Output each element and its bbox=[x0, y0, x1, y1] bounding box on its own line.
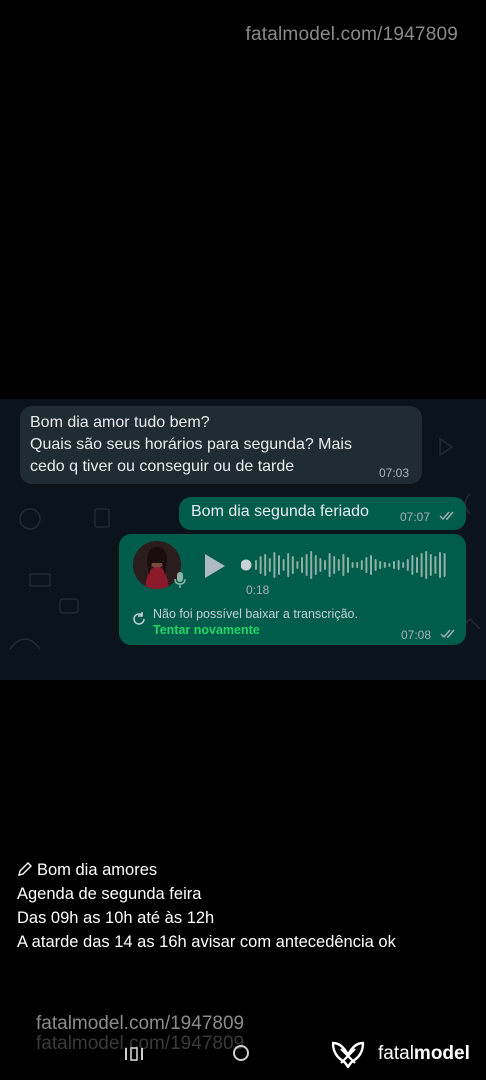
message-time: 07:03 bbox=[379, 466, 410, 480]
waveform-bar bbox=[273, 552, 276, 578]
waveform-bar bbox=[360, 560, 363, 570]
chat-panel: Bom dia amor tudo bem? Quais são seus ho… bbox=[0, 399, 486, 680]
caption-line: Agenda de segunda feira bbox=[17, 885, 202, 903]
post-caption: Bom dia amores Agenda de segunda feira D… bbox=[17, 858, 396, 954]
waveform-bar bbox=[402, 562, 405, 568]
waveform-bar bbox=[443, 553, 446, 577]
waveform-bar bbox=[406, 559, 409, 571]
audio-duration: 0:18 bbox=[246, 583, 270, 597]
waveform-bar bbox=[282, 559, 285, 571]
waveform-bar bbox=[328, 553, 331, 577]
microphone-icon bbox=[174, 572, 186, 588]
fatalmodel-logo-icon bbox=[331, 1041, 365, 1069]
watermark-top: fatalmodel.com/1947809 bbox=[245, 24, 458, 45]
audio-waveform[interactable] bbox=[241, 548, 453, 582]
waveform-bar bbox=[324, 560, 326, 570]
caption-line: Das 09h as 10h até às 12h bbox=[17, 909, 215, 927]
recent-apps-icon[interactable] bbox=[124, 1046, 144, 1062]
waveform-bar bbox=[319, 558, 322, 572]
incoming-message-line: cedo q tiver ou conseguir ou de tarde bbox=[30, 458, 295, 475]
waveform-bar bbox=[268, 558, 271, 572]
incoming-message-line: Bom dia amor tudo bem? bbox=[30, 414, 210, 431]
play-button[interactable] bbox=[205, 554, 225, 578]
incoming-message-bubble[interactable]: Bom dia amor tudo bem? Quais são seus ho… bbox=[20, 406, 422, 484]
waveform-bar bbox=[259, 556, 262, 574]
waveform-bar bbox=[287, 553, 290, 577]
waveform-bar bbox=[365, 557, 368, 573]
waveform-bar bbox=[420, 553, 423, 577]
waveform-bar bbox=[379, 561, 382, 569]
double-check-icon bbox=[440, 629, 455, 639]
waveform-bar bbox=[439, 552, 441, 578]
waveform-bar bbox=[351, 562, 354, 568]
caption-line: Bom dia amores bbox=[37, 861, 158, 879]
outgoing-message-text: Bom dia segunda feriado bbox=[191, 503, 369, 520]
waveform-bar bbox=[374, 559, 377, 571]
waveform-bar bbox=[347, 557, 349, 573]
incoming-message-line: Quais são seus horários para segunda? Ma… bbox=[30, 436, 352, 453]
retry-link[interactable]: Tentar novamente bbox=[153, 623, 260, 637]
waveform-bar bbox=[383, 562, 386, 568]
waveform-bar bbox=[278, 555, 280, 575]
waveform-bar bbox=[429, 554, 432, 576]
waveform-bar bbox=[425, 551, 428, 579]
waveform-bar bbox=[393, 561, 395, 569]
waveform-bar bbox=[301, 557, 303, 573]
caption-line: A atarde das 14 as 16h avisar com antece… bbox=[17, 933, 396, 951]
home-button[interactable] bbox=[233, 1045, 249, 1061]
waveform-bar bbox=[333, 556, 336, 574]
waveform-bar bbox=[416, 557, 418, 573]
waveform-bar bbox=[314, 555, 317, 575]
waveform-bar bbox=[296, 561, 299, 569]
waveform-bar bbox=[264, 554, 267, 576]
retry-icon[interactable] bbox=[131, 611, 147, 627]
waveform-bar bbox=[397, 560, 400, 570]
waveform-bar bbox=[356, 562, 359, 568]
waveform-bar bbox=[411, 555, 414, 575]
message-time: 07:07 bbox=[400, 510, 431, 524]
waveform-bar bbox=[434, 556, 437, 574]
waveform-bar bbox=[342, 554, 345, 576]
outgoing-message-bubble[interactable]: Bom dia segunda feriado 07:07 bbox=[179, 497, 466, 530]
watermark-bottom: fatalmodel.com/1947809 bbox=[36, 1013, 245, 1034]
waveform-bar bbox=[337, 559, 340, 571]
brand-name: fatalmodel bbox=[378, 1043, 470, 1064]
waveform-bar bbox=[388, 563, 391, 567]
double-check-icon bbox=[439, 511, 454, 521]
message-time: 07:08 bbox=[401, 628, 432, 642]
waveform-bar bbox=[305, 554, 308, 576]
voice-message-bubble[interactable]: 0:18 Não foi possível baixar a transcriç… bbox=[119, 534, 466, 645]
waveform-bar bbox=[255, 560, 257, 570]
waveform-bar bbox=[291, 556, 294, 574]
pencil-icon bbox=[18, 862, 32, 876]
waveform-bar bbox=[310, 551, 313, 579]
transcription-error-text: Não foi possível baixar a transcrição. bbox=[153, 607, 358, 621]
waveform-bar bbox=[370, 555, 372, 575]
